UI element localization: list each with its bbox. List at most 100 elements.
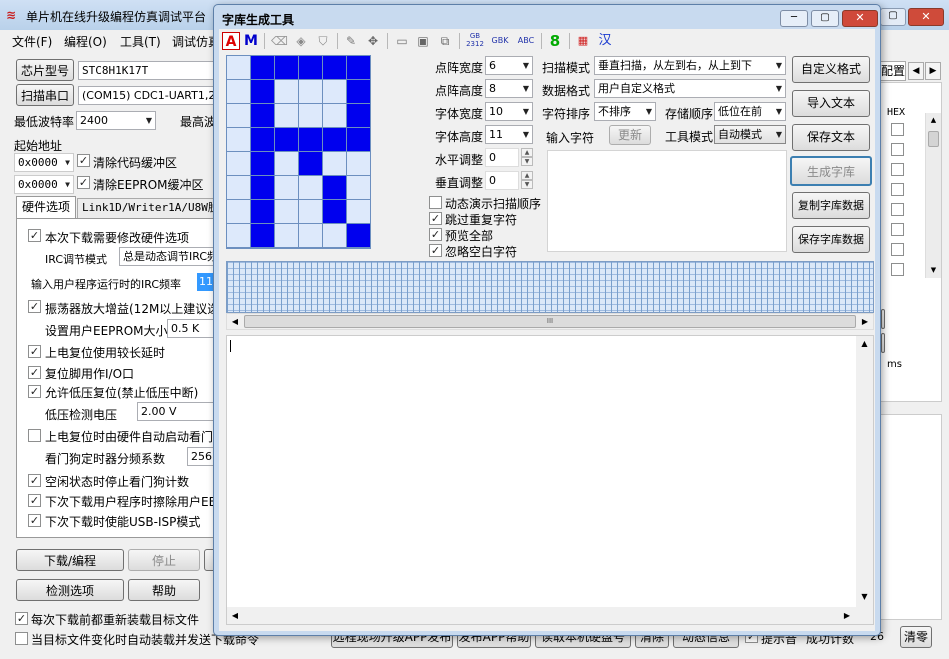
store-order-select[interactable]: 低位在前 (714, 102, 786, 121)
hscroll-thumb[interactable]: III (244, 315, 856, 328)
pixel-cell[interactable] (346, 151, 371, 176)
h-adjust-input[interactable]: 0 (485, 148, 519, 167)
pixel-cell[interactable] (226, 223, 251, 248)
pixel-cell[interactable] (226, 151, 251, 176)
custom-format-button[interactable]: 自定义格式 (792, 56, 870, 83)
pixel-cell[interactable] (298, 127, 323, 152)
tab-hardware-options[interactable]: 硬件选项 (16, 196, 76, 218)
hex-check-3[interactable] (891, 163, 904, 176)
opt-erase-checkbox[interactable]: ✓ (28, 494, 41, 507)
skip-dup-checkbox[interactable]: ✓ (429, 212, 442, 225)
hex-check-4[interactable] (891, 183, 904, 196)
pixel-cell[interactable] (274, 103, 299, 128)
hex-check-5[interactable] (891, 203, 904, 216)
generate-font-button[interactable]: 生成字库 (790, 156, 872, 186)
import-text-button[interactable]: 导入文本 (792, 90, 870, 117)
pixel-cell[interactable] (226, 55, 251, 80)
opt-amp-checkbox[interactable]: ✓ (28, 300, 41, 313)
main-maximize-button[interactable]: ▢ (880, 8, 906, 26)
download-button[interactable]: 下载/编程 (16, 549, 124, 571)
pixel-cell[interactable] (346, 223, 371, 248)
pixel-cell[interactable] (346, 175, 371, 200)
pixel-cell[interactable] (250, 151, 275, 176)
opt-idle-checkbox[interactable]: ✓ (28, 474, 41, 487)
dialog-maximize-button[interactable]: ▢ (811, 10, 839, 27)
ignore-blank-checkbox[interactable]: ✓ (429, 244, 442, 257)
pixel-cell[interactable] (226, 103, 251, 128)
right-scrollbar[interactable]: ▲ ▼ (925, 113, 941, 278)
copy-font-data-button[interactable]: 复制字库数据 (792, 192, 870, 219)
pixel-cell[interactable] (274, 79, 299, 104)
hex-check-8[interactable] (891, 263, 904, 276)
reload-checkbox[interactable]: ✓ (15, 612, 28, 625)
pixel-cell[interactable] (298, 151, 323, 176)
output-textarea[interactable]: ▲ ▼ ◀ ▶ (226, 335, 874, 625)
pixel-cell[interactable] (250, 55, 275, 80)
pixel-cell[interactable] (274, 199, 299, 224)
dialog-close-button[interactable]: ✕ (842, 10, 878, 27)
scroll-right-icon[interactable]: ▶ (857, 314, 873, 329)
font-height-select[interactable]: 11 (485, 125, 533, 144)
han-icon[interactable]: 汉 (597, 32, 613, 50)
hex-check-7[interactable] (891, 243, 904, 256)
pixel-cell[interactable] (274, 223, 299, 248)
main-close-button[interactable]: ✕ (908, 8, 944, 26)
pixel-cell[interactable] (250, 175, 275, 200)
tab-scroll-right[interactable]: ▶ (925, 62, 941, 80)
pixel-cell[interactable] (250, 127, 275, 152)
font-m-icon[interactable]: M (243, 32, 259, 50)
addr-code-field[interactable]: 0x0000 (14, 153, 74, 172)
pixel-editor[interactable] (226, 55, 371, 249)
stop-button[interactable]: 停止 (128, 549, 200, 571)
palette-icon[interactable]: ▦ (575, 32, 591, 50)
v-adjust-input[interactable]: 0 (485, 171, 519, 190)
pixel-cell[interactable] (322, 223, 347, 248)
port-select[interactable]: (COM15) CDC1-UART1,2CD (78, 86, 228, 105)
reset-count-button[interactable]: 清零 (900, 626, 932, 648)
output-vscrollbar[interactable]: ▲ ▼ (856, 336, 873, 624)
pixel-cell[interactable] (274, 55, 299, 80)
menu-tools[interactable]: 工具(T) (120, 33, 161, 50)
pixel-cell[interactable] (250, 79, 275, 104)
stamp-icon[interactable]: ⛉ (315, 32, 331, 50)
vscroll-up-icon[interactable]: ▲ (856, 336, 873, 352)
update-button[interactable]: 更新 (609, 125, 651, 145)
pixel-cell[interactable] (322, 199, 347, 224)
clear-code-checkbox[interactable]: ✓ (77, 154, 90, 167)
char-sort-select[interactable]: 不排序 (594, 102, 656, 121)
pixel-cell[interactable] (274, 175, 299, 200)
pixel-cell[interactable] (298, 55, 323, 80)
data-format-select[interactable]: 用户自定义格式 (594, 79, 786, 98)
h-adjust-up-icon[interactable]: ▲ (521, 148, 533, 157)
pixel-cell[interactable] (274, 127, 299, 152)
open-icon[interactable]: ▭ (393, 32, 411, 50)
save-font-data-button[interactable]: 保存字库数据 (792, 226, 870, 253)
move-icon[interactable]: ✥ (365, 32, 381, 50)
out-scroll-right-icon[interactable]: ▶ (839, 607, 855, 624)
pixel-cell[interactable] (250, 199, 275, 224)
abc-icon[interactable]: ABC (515, 32, 537, 50)
chip-type-field[interactable]: STC8H1K17T (78, 61, 228, 80)
font-a-icon[interactable]: A (222, 32, 240, 50)
pixel-cell[interactable] (322, 103, 347, 128)
pixel-cell[interactable] (250, 223, 275, 248)
hex-check-6[interactable] (891, 223, 904, 236)
font-width-select[interactable]: 10 (485, 102, 533, 121)
vscroll-down-icon[interactable]: ▼ (856, 589, 873, 605)
dialog-minimize-button[interactable]: ─ (780, 10, 808, 27)
dot-width-select[interactable]: 6 (485, 56, 533, 75)
config-tab[interactable]: 配置 (880, 61, 906, 81)
scroll-down-icon[interactable]: ▼ (926, 263, 941, 277)
gb2312-icon[interactable]: GB 2312 (464, 32, 486, 50)
pixel-cell[interactable] (322, 175, 347, 200)
tab-link1d[interactable]: Link1D/Writer1A/U8W脱机 (77, 198, 227, 218)
out-scroll-left-icon[interactable]: ◀ (227, 607, 243, 624)
pixel-cell[interactable] (250, 103, 275, 128)
pixel-cell[interactable] (346, 55, 371, 80)
dot-height-select[interactable]: 8 (485, 79, 533, 98)
menu-program[interactable]: 编程(O) (64, 33, 107, 50)
preview-hscrollbar[interactable]: ◀ III ▶ (226, 313, 874, 330)
pixel-cell[interactable] (226, 199, 251, 224)
save-text-button[interactable]: 保存文本 (792, 124, 870, 151)
scroll-thumb[interactable] (928, 131, 939, 147)
